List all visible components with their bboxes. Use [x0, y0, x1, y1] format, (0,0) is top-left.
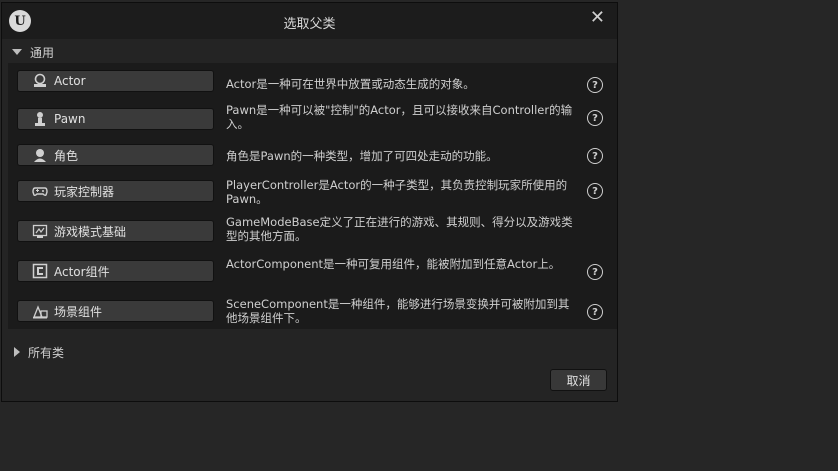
class-row-actor: Actor Actor是一种可在世界中放置或动态生成的对象。 ?: [8, 67, 617, 103]
class-button-label: 游戏模式基础: [54, 224, 127, 239]
help-icon[interactable]: ?: [587, 183, 603, 199]
pick-parent-class-dialog: U 选取父类 ✕ 通用 Actor Actor是一种可在世界中放置或动态生成的对…: [1, 2, 618, 402]
help-icon[interactable]: ?: [587, 110, 603, 126]
class-row-pawn: Pawn Pawn是一种可以被"控制"的Actor，且可以接收来自Control…: [8, 103, 617, 139]
class-description: Pawn是一种可以被"控制"的Actor，且可以接收来自Controller的输…: [226, 103, 573, 131]
all-classes-section-header[interactable]: 所有类: [14, 343, 64, 361]
scene-component-class-button[interactable]: 场景组件: [17, 300, 214, 322]
class-row-game-mode-base: 游戏模式基础 GameModeBase定义了正在进行的游戏、其规则、得分以及游戏…: [8, 215, 617, 251]
actor-class-button[interactable]: Actor: [17, 70, 214, 92]
dialog-title: 选取父类: [283, 17, 336, 32]
class-row-character: 角色 角色是Pawn的一种类型，增加了可四处走动的功能。 ?: [8, 141, 617, 177]
help-icon[interactable]: ?: [587, 264, 603, 280]
common-classes-panel: Actor Actor是一种可在世界中放置或动态生成的对象。 ? Pawn Pa…: [8, 63, 617, 329]
expand-arrow-icon: [12, 49, 22, 55]
help-icon[interactable]: ?: [587, 77, 603, 93]
close-button[interactable]: ✕: [590, 7, 605, 29]
class-description: Actor是一种可在世界中放置或动态生成的对象。: [226, 77, 475, 91]
class-row-player-controller: 玩家控制器 PlayerController是Actor的一种子类型，其负责控制…: [8, 177, 617, 213]
scene-component-icon: [32, 303, 48, 319]
class-description: ActorComponent是一种可复用组件，能被附加到任意Actor上。: [226, 257, 561, 271]
common-section-label: 通用: [30, 45, 55, 60]
class-button-label: Actor组件: [54, 264, 110, 279]
pawn-icon: [32, 111, 48, 127]
help-icon[interactable]: ?: [587, 148, 603, 164]
class-button-label: 场景组件: [54, 304, 103, 319]
common-section-header[interactable]: 通用: [12, 43, 54, 61]
class-button-label: 角色: [54, 148, 79, 163]
class-button-label: Pawn: [54, 112, 86, 126]
character-class-button[interactable]: 角色: [17, 144, 214, 166]
cancel-button[interactable]: 取消: [550, 369, 607, 391]
class-button-label: 玩家控制器: [54, 184, 115, 199]
class-row-scene-component: 场景组件 SceneComponent是一种组件，能够进行场景变换并可被附加到其…: [8, 295, 617, 331]
all-classes-label: 所有类: [28, 345, 65, 360]
player-controller-class-button[interactable]: 玩家控制器: [17, 180, 214, 202]
class-description: PlayerController是Actor的一种子类型，其负责控制玩家所使用的…: [226, 178, 568, 206]
class-description: GameModeBase定义了正在进行的游戏、其规则、得分以及游戏类型的其他方面…: [226, 215, 573, 243]
collapse-arrow-icon: [14, 347, 20, 357]
pawn-class-button[interactable]: Pawn: [17, 108, 214, 130]
game-mode-icon: [32, 223, 48, 239]
class-row-actor-component: Actor组件 ActorComponent是一种可复用组件，能被附加到任意Ac…: [8, 255, 617, 291]
actor-component-icon: [32, 263, 48, 279]
title-bar: U 选取父类 ✕: [2, 3, 617, 39]
help-icon[interactable]: ?: [587, 304, 603, 320]
class-description: SceneComponent是一种组件，能够进行场景变换并可被附加到其他场景组件…: [226, 297, 570, 325]
game-mode-base-class-button[interactable]: 游戏模式基础: [17, 220, 214, 242]
character-icon: [32, 147, 48, 163]
gamepad-icon: [32, 183, 48, 199]
class-description: 角色是Pawn的一种类型，增加了可四处走动的功能。: [226, 149, 498, 163]
actor-icon: [32, 73, 48, 89]
actor-component-class-button[interactable]: Actor组件: [17, 260, 214, 282]
class-button-label: Actor: [54, 74, 86, 88]
